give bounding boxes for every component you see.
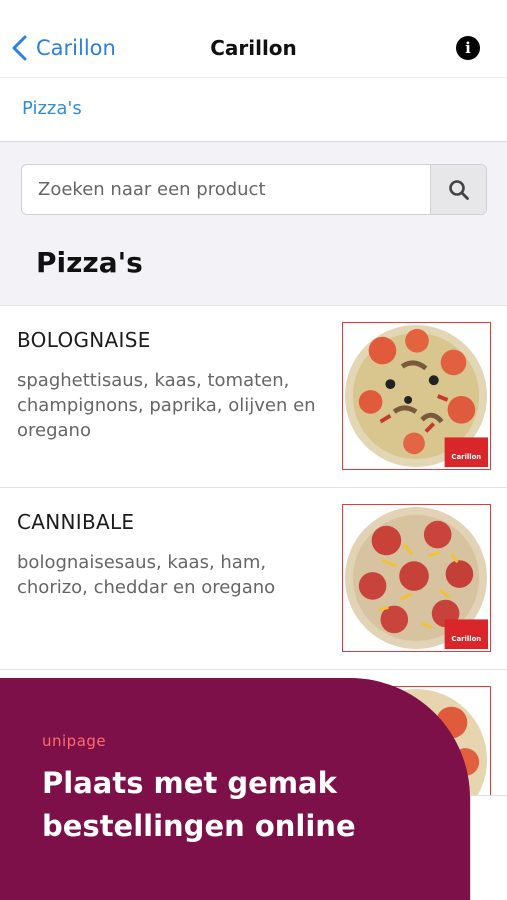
search-button[interactable] [430,165,486,214]
product-name: CANNIBALE [17,510,135,534]
search-input[interactable] [22,165,430,214]
product-name: BOLOGNAISE [17,328,151,352]
breadcrumb: Pizza's [0,78,507,142]
section-title: Pizza's [36,246,143,279]
promo-banner[interactable]: unipage Plaats met gemak bestellingen on… [0,678,470,900]
navigation-bar: Carillon Carillon i [0,0,507,78]
unipage-logo: unipage [42,732,107,750]
product-image: Carillon [342,504,491,652]
brand-badge: Carillon [451,453,481,461]
product-item-bolognaise[interactable]: BOLOGNAISE spaghettisaus, kaas, tomaten,… [0,306,507,488]
side-panel-edge [470,795,507,900]
search-icon [448,179,469,200]
product-item-cannibale[interactable]: CANNIBALE bolognaisesaus, kaas, ham, cho… [0,488,507,670]
product-description: spaghettisaus, kaas, tomaten, champignon… [17,370,316,441]
search-area: Pizza's [0,142,507,306]
product-description: bolognaisesaus, kaas, ham, chorizo, ched… [17,552,276,598]
breadcrumb-item-pizzas[interactable]: Pizza's [22,98,82,119]
promo-headline: Plaats met gemak bestellingen online [42,766,356,843]
info-icon[interactable]: i [456,36,480,60]
page-title: Carillon [210,36,297,60]
brand-badge: Carillon [451,635,481,643]
product-image: Carillon [342,322,491,470]
search-bar [21,164,487,215]
